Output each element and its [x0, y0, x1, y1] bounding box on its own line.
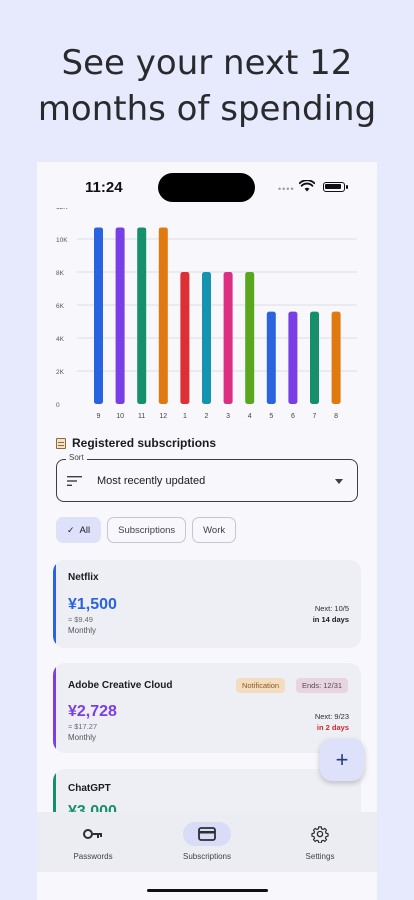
nav-icon-container [296, 822, 344, 846]
chevron-down-icon [335, 479, 343, 484]
subscription-amount: ¥1,500 [68, 596, 117, 613]
status-bar: 11:24 •••• [37, 162, 377, 212]
credit-card-icon [198, 827, 216, 841]
phone-screen: 11:24 •••• 02K4K6K8K10K12K91011121234567… [37, 162, 377, 900]
filter-chip-all[interactable]: ✓ All [56, 517, 102, 543]
ledger-icon [56, 437, 66, 449]
y-tick-label: 8K [56, 270, 65, 277]
home-indicator [147, 889, 268, 892]
signal-icon: •••• [278, 184, 295, 194]
days-until-billing: in 2 days [316, 723, 349, 732]
chart-bar-3 [223, 272, 233, 404]
chart-bar-6 [288, 311, 298, 404]
subscription-name: Adobe Creative Cloud [68, 680, 173, 691]
y-tick-label: 0 [56, 402, 60, 409]
x-tick-label: 10 [116, 413, 124, 420]
x-tick-label: 7 [313, 413, 317, 420]
chart-bar-4 [245, 272, 255, 404]
dynamic-island [158, 173, 255, 202]
subscription-name: Netflix [68, 572, 99, 583]
bottom-navigation: Passwords Subscriptions Settings [37, 812, 377, 872]
chart-bar-11 [137, 227, 147, 404]
end-date-badge: Ends: 12/31 [296, 678, 349, 693]
x-tick-label: 2 [205, 413, 209, 420]
section-header: Registered subscriptions [56, 436, 216, 450]
x-tick-label: 8 [334, 413, 338, 420]
filter-chips: ✓ All Subscriptions Work [56, 517, 237, 543]
sort-label: Sort [66, 453, 87, 462]
headline-line-2: months of spending [37, 89, 377, 129]
subscription-usd: ≈ $9.49 [68, 615, 93, 624]
filter-chip-label: Subscriptions [118, 524, 176, 536]
filter-chip-label: All [79, 524, 91, 536]
y-tick-label: 12K [56, 208, 68, 211]
subscription-card-netflix[interactable]: Netflix ¥1,500 ≈ $9.49 Monthly Next: 10/… [53, 560, 361, 648]
marketing-headline: See your next 12 months of spending [0, 40, 414, 132]
nav-icon-container [183, 822, 231, 846]
y-tick-label: 6K [56, 303, 65, 310]
notification-badge: Notification [236, 678, 286, 693]
days-until-billing: in 14 days [312, 615, 349, 624]
y-tick-label: 4K [56, 336, 65, 343]
nav-label: Subscriptions [182, 852, 232, 861]
spending-chart: 02K4K6K8K10K12K910111212345678 [37, 208, 377, 428]
chart-bar-12 [158, 227, 168, 404]
next-billing-date: Next: 10/5 [314, 604, 349, 613]
check-icon: ✓ [67, 524, 75, 535]
battery-icon [323, 182, 348, 192]
plus-icon: + [335, 747, 349, 772]
nav-icon-container [69, 822, 117, 846]
x-tick-label: 12 [159, 413, 167, 420]
card-accent-bar [53, 560, 56, 648]
section-title: Registered subscriptions [72, 436, 217, 450]
nav-label: Settings [305, 852, 335, 861]
nav-label: Passwords [73, 852, 113, 861]
chart-bar-5 [266, 311, 276, 404]
sort-dropdown[interactable]: Sort Most recently updated [56, 453, 358, 502]
key-icon [83, 829, 102, 839]
nav-item-subscriptions[interactable]: Subscriptions [157, 822, 257, 861]
x-tick-label: 5 [269, 413, 273, 420]
filter-chip-subscriptions[interactable]: Subscriptions [107, 517, 187, 543]
status-time: 11:24 [85, 179, 123, 196]
next-billing-date: Next: 9/23 [314, 712, 349, 721]
subscription-name: ChatGPT [68, 783, 111, 794]
y-tick-label: 10K [56, 237, 68, 244]
x-tick-label: 4 [248, 413, 252, 420]
x-tick-label: 11 [138, 413, 145, 420]
sort-lines-icon [67, 476, 82, 486]
subscription-amount: ¥2,728 [68, 703, 117, 720]
nav-item-settings[interactable]: Settings [270, 822, 370, 861]
x-tick-label: 3 [226, 413, 230, 420]
y-tick-label: 2K [56, 369, 65, 376]
add-subscription-button[interactable]: + [320, 739, 364, 781]
chart-bar-1 [180, 272, 190, 404]
gear-icon [311, 826, 329, 843]
x-tick-label: 9 [97, 413, 101, 420]
subscription-card-adobe[interactable]: Adobe Creative Cloud Notification Ends: … [53, 663, 361, 753]
filter-chip-label: Work [203, 524, 226, 536]
wifi-icon [299, 180, 315, 192]
chart-bar-8 [331, 311, 341, 404]
billing-cycle: Monthly [68, 626, 97, 635]
x-tick-label: 1 [183, 413, 187, 420]
x-tick-label: 6 [291, 413, 295, 420]
card-accent-bar [53, 663, 56, 753]
filter-chip-work[interactable]: Work [192, 517, 237, 543]
chart-bar-9 [94, 227, 103, 404]
chart-bar-7 [310, 311, 319, 404]
headline-line-1: See your next 12 [61, 43, 353, 83]
chart-bar-2 [202, 272, 211, 404]
chart-bar-10 [115, 227, 125, 404]
sort-value: Most recently updated [97, 475, 206, 487]
subscription-usd: ≈ $17.27 [68, 722, 98, 731]
nav-item-passwords[interactable]: Passwords [43, 822, 143, 861]
spending-bar-chart: 02K4K6K8K10K12K910111212345678 [56, 208, 357, 420]
billing-cycle: Monthly [68, 733, 97, 742]
